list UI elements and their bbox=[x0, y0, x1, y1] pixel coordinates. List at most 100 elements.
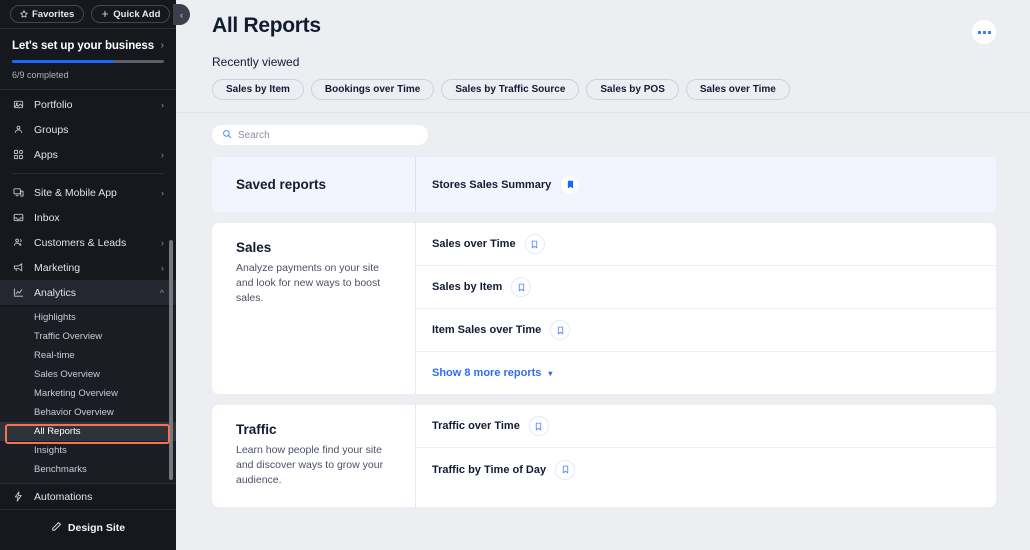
show-more-reports-button[interactable]: Show 8 more reports ▾ bbox=[416, 352, 996, 394]
search-icon bbox=[222, 126, 232, 144]
sidebar-subitem-highlights[interactable]: Highlights bbox=[0, 308, 176, 327]
sidebar-subitem-label: Traffic Overview bbox=[34, 331, 103, 342]
image-icon bbox=[12, 98, 25, 111]
saved-reports-right: Stores Sales Summary bbox=[415, 157, 996, 212]
report-name: Traffic over Time bbox=[432, 420, 520, 432]
sidebar-subitem-traffic-overview[interactable]: Traffic Overview bbox=[0, 327, 176, 346]
sidebar-item-marketing[interactable]: Marketing › bbox=[0, 255, 176, 280]
megaphone-icon bbox=[12, 261, 25, 274]
setup-progress-label: 6/9 completed bbox=[12, 70, 69, 80]
chevron-right-icon: › bbox=[161, 237, 164, 248]
sidebar-item-site-mobile-app[interactable]: Site & Mobile App › bbox=[0, 180, 176, 205]
sidebar: Favorites Quick Add Let's set up your bu… bbox=[0, 0, 176, 550]
design-site-button[interactable]: Design Site bbox=[0, 509, 176, 545]
recent-chip[interactable]: Bookings over Time bbox=[310, 79, 435, 100]
report-row[interactable]: Traffic by Time of Day bbox=[416, 448, 996, 491]
report-section-card: Sales Analyze payments on your site and l… bbox=[212, 223, 996, 394]
sidebar-item-label: Portfolio bbox=[34, 98, 73, 111]
sidebar-top-bar: Favorites Quick Add bbox=[0, 0, 176, 29]
bookmark-outline-icon[interactable] bbox=[511, 277, 532, 297]
report-row[interactable]: Traffic over Time bbox=[416, 405, 996, 448]
sidebar-subitem-insights[interactable]: Insights bbox=[0, 441, 176, 460]
sidebar-item-customers-leads[interactable]: Customers & Leads › bbox=[0, 230, 176, 255]
sidebar-item-automations[interactable]: Automations bbox=[0, 484, 176, 509]
bookmark-outline-icon[interactable] bbox=[550, 320, 571, 340]
recent-chip[interactable]: Sales by Traffic Source bbox=[441, 79, 580, 100]
sidebar-item-groups[interactable]: Groups bbox=[0, 117, 176, 142]
sidebar-subitem-label: Marketing Overview bbox=[34, 388, 118, 399]
sidebar-item-analytics[interactable]: Analytics ^ bbox=[0, 280, 176, 305]
report-section-title: Traffic bbox=[236, 422, 277, 437]
favorites-button[interactable]: Favorites bbox=[10, 5, 85, 23]
chevron-right-icon: › bbox=[161, 187, 164, 198]
sidebar-item-label: Apps bbox=[34, 148, 58, 161]
sidebar-subitem-marketing-overview[interactable]: Marketing Overview bbox=[0, 384, 176, 403]
recent-chip[interactable]: Sales by Item bbox=[212, 79, 304, 100]
sidebar-subitem-label: Behavior Overview bbox=[34, 407, 114, 418]
saved-report-item[interactable]: Stores Sales Summary bbox=[432, 174, 581, 195]
sidebar-subitem-benchmarks[interactable]: Benchmarks bbox=[0, 460, 176, 479]
main-content: All Reports Recently viewed Sales by Ite… bbox=[176, 0, 1030, 550]
sidebar-nav: Portfolio › Groups Apps › Site & Mobile … bbox=[0, 90, 176, 483]
sidebar-subitem-behavior-overview[interactable]: Behavior Overview bbox=[0, 403, 176, 422]
recently-viewed-label: Recently viewed bbox=[212, 55, 300, 69]
chevron-left-icon: ‹ bbox=[180, 9, 183, 20]
report-section-rows: Traffic over Time Traffic by Time of Day bbox=[415, 405, 996, 507]
favorites-label: Favorites bbox=[32, 8, 75, 20]
recent-chip[interactable]: Sales over Time bbox=[685, 79, 790, 100]
setup-progress-fill bbox=[12, 60, 114, 63]
sidebar-subitem-sales-overview[interactable]: Sales Overview bbox=[0, 365, 176, 384]
saved-reports-title: Saved reports bbox=[236, 177, 327, 192]
sidebar-bottom-nav: Automations bbox=[0, 483, 176, 509]
automations-icon bbox=[12, 490, 25, 503]
report-row[interactable]: Item Sales over Time bbox=[416, 309, 996, 352]
page-title: All Reports bbox=[212, 14, 321, 37]
report-section-title: Sales bbox=[236, 240, 272, 255]
sidebar-item-label: Groups bbox=[34, 123, 69, 136]
saved-reports-card: Saved reports Stores Sales Summary bbox=[212, 157, 996, 212]
more-options-button[interactable] bbox=[972, 20, 996, 44]
report-row[interactable]: Sales by Item bbox=[416, 266, 996, 309]
report-section-description: Learn how people find your site and disc… bbox=[236, 444, 384, 487]
report-section-rows: Sales over Time Sales by Item Item Sales o… bbox=[415, 223, 996, 394]
setup-progress-track bbox=[12, 60, 164, 63]
bookmark-filled-icon[interactable] bbox=[560, 174, 581, 195]
sidebar-subitem-label: Sales Overview bbox=[34, 369, 100, 380]
sidebar-subitem-all-reports[interactable]: All Reports bbox=[0, 422, 176, 441]
quick-add-button[interactable]: Quick Add bbox=[91, 5, 171, 23]
sidebar-subitem-real-time[interactable]: Real-time bbox=[0, 346, 176, 365]
chevron-down-icon: ▾ bbox=[548, 368, 553, 378]
monitor-icon bbox=[12, 186, 25, 199]
setup-business-panel[interactable]: Let's set up your business › 6/9 complet… bbox=[0, 29, 176, 90]
sidebar-item-portfolio[interactable]: Portfolio › bbox=[0, 92, 176, 117]
bookmark-outline-icon[interactable] bbox=[524, 234, 545, 254]
sidebar-subitem-label: Benchmarks bbox=[34, 464, 87, 475]
sidebar-scrollbar[interactable] bbox=[169, 240, 173, 480]
setup-title: Let's set up your business bbox=[12, 40, 155, 52]
header-divider bbox=[176, 112, 1030, 113]
search-box[interactable] bbox=[212, 125, 428, 145]
sidebar-item-label: Automations bbox=[34, 490, 93, 503]
sidebar-item-apps[interactable]: Apps › bbox=[0, 142, 176, 167]
bookmark-outline-icon[interactable] bbox=[555, 459, 576, 480]
recently-viewed-chips: Sales by Item Bookings over Time Sales by … bbox=[212, 79, 996, 100]
chevron-right-icon: › bbox=[161, 262, 164, 273]
report-row[interactable]: Sales over Time bbox=[416, 223, 996, 266]
sidebar-item-inbox[interactable]: Inbox bbox=[0, 205, 176, 230]
search-input[interactable] bbox=[238, 129, 418, 141]
sidebar-item-label: Marketing bbox=[34, 261, 81, 274]
chevron-up-icon: ^ bbox=[159, 287, 164, 298]
report-sections: Sales Analyze payments on your site and l… bbox=[212, 223, 996, 507]
sidebar-subitem-label: Highlights bbox=[34, 312, 76, 323]
report-name: Item Sales over Time bbox=[432, 324, 542, 336]
chevron-right-icon: › bbox=[161, 149, 164, 160]
chart-icon bbox=[12, 286, 25, 299]
app-root: Favorites Quick Add Let's set up your bu… bbox=[0, 0, 1030, 550]
nav-group-1: Portfolio › Groups Apps › bbox=[0, 90, 176, 169]
recent-chip[interactable]: Sales by POS bbox=[586, 79, 679, 100]
report-name: Sales by Item bbox=[432, 281, 503, 293]
bookmark-outline-icon[interactable] bbox=[528, 416, 549, 436]
sidebar-subitem-label: All Reports bbox=[34, 426, 81, 437]
report-name: Sales over Time bbox=[432, 238, 516, 250]
nav-divider bbox=[12, 173, 164, 174]
